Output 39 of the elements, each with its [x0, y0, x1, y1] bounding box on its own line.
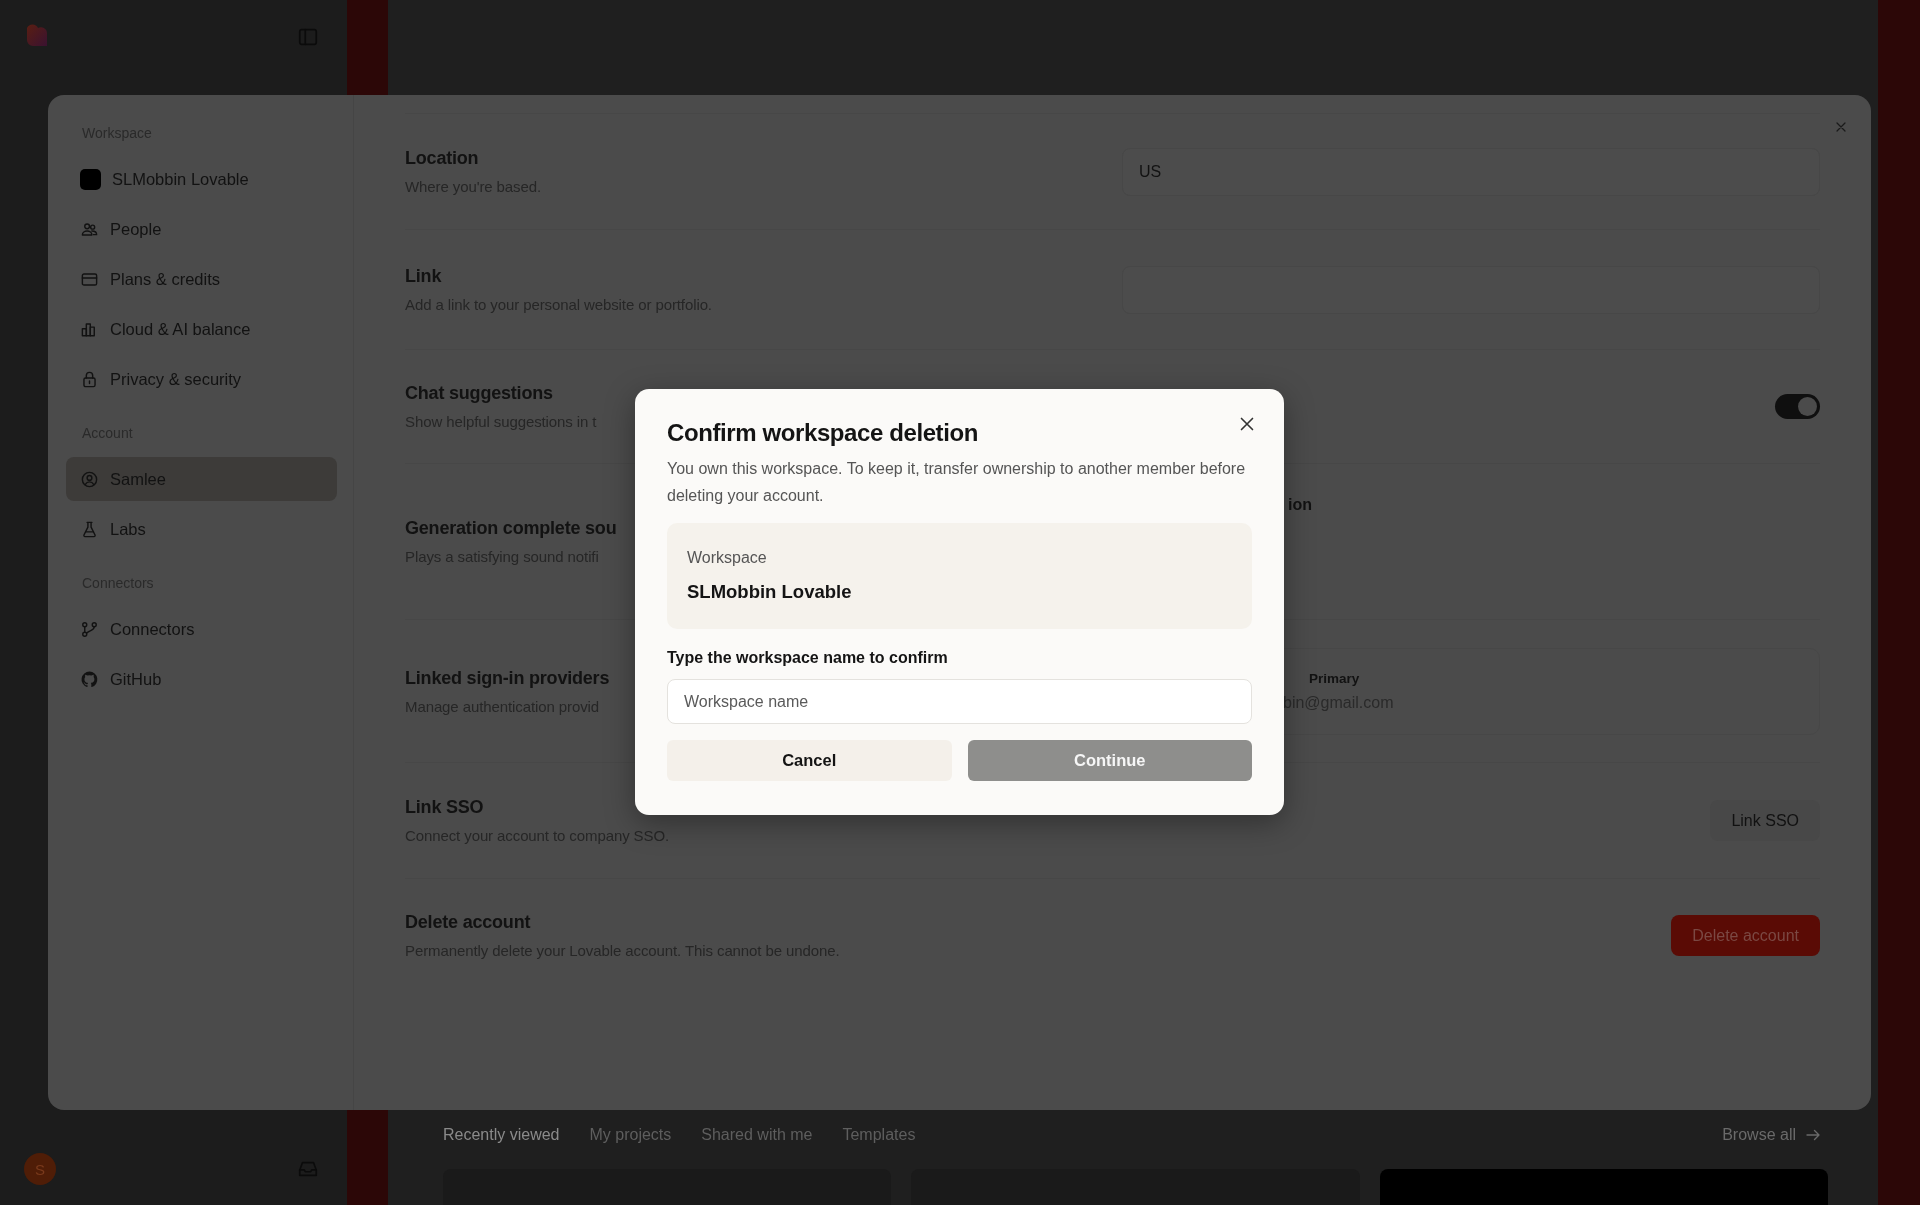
workspace-label: Workspace: [687, 549, 768, 567]
user-icon: [80, 469, 99, 489]
option-label: ion: [1288, 496, 1312, 513]
sidebar-item[interactable]: Connectors: [66, 607, 337, 651]
github-icon: [80, 669, 99, 689]
workspace-name: SLMobbin Lovable: [687, 581, 853, 603]
input-field[interactable]: US: [1122, 147, 1820, 196]
browse-all-link[interactable]: Browse all: [1716, 1125, 1828, 1145]
sidebar-item[interactable]: GitHub: [66, 657, 337, 701]
setting-title: Link SSO: [405, 797, 484, 818]
tab[interactable]: Templates: [842, 1126, 916, 1144]
setting-title: Generation complete sou: [405, 518, 617, 539]
connectors-icon: [80, 619, 99, 639]
sidebar-item[interactable]: Cloud & AI balance: [66, 307, 337, 351]
cancel-button[interactable]: Cancel: [667, 740, 952, 781]
dialog-message: You own this workspace. To keep it, transfer ownership to another member before deleting your account.: [667, 459, 1247, 506]
setting-title: Chat suggestions: [405, 383, 553, 404]
sidebar-item[interactable]: People: [66, 207, 337, 251]
delete-account-button[interactable]: Delete account: [1671, 915, 1820, 956]
sidebar-item[interactable]: Labs: [66, 507, 337, 551]
dialog-title: Confirm workspace deletion: [667, 419, 978, 447]
setting-title: Delete account: [405, 912, 531, 933]
project-card[interactable]: [1379, 1169, 1828, 1205]
setting-title: Location: [405, 148, 479, 169]
field-label: Type the workspace name to confirm: [667, 649, 949, 667]
setting-title: Link: [405, 266, 442, 287]
tab[interactable]: Shared with me: [701, 1126, 813, 1144]
link-sso-button[interactable]: Link SSO: [1710, 800, 1820, 841]
tab[interactable]: My projects: [589, 1126, 672, 1144]
tab[interactable]: Recently viewed: [443, 1126, 560, 1144]
flask-icon: [80, 519, 99, 539]
lock-icon: [80, 369, 99, 389]
primary-label: Primary: [1308, 670, 1361, 686]
sidebar-item[interactable]: Plans & credits: [66, 257, 337, 301]
setting-title: Linked sign-in providers: [405, 667, 610, 689]
sidebar-item[interactable]: SLMobbin Lovable: [66, 157, 337, 201]
toggle-switch[interactable]: [1775, 394, 1820, 419]
sidebar-item[interactable]: Privacy & security: [66, 357, 337, 401]
workspace-avatar-icon: [80, 168, 101, 190]
